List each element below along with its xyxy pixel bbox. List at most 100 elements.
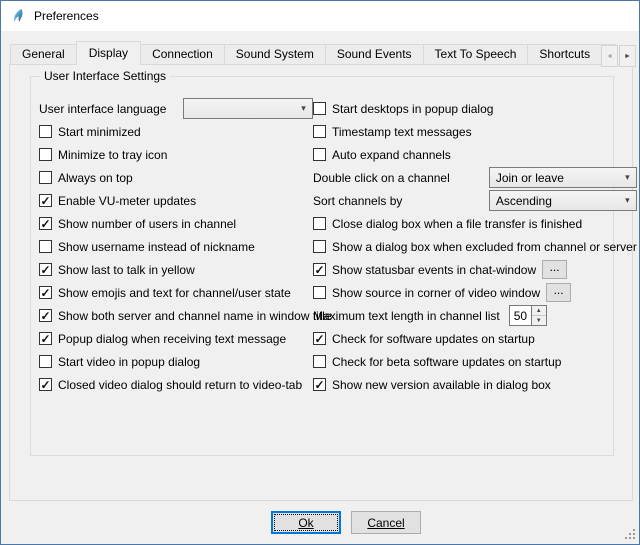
checkbox-label[interactable]: Check for software updates on startup — [332, 332, 535, 346]
checkbox-row: ✓ Check for software updates on startup — [313, 327, 637, 350]
checkbox-row: Minimize to tray icon — [39, 143, 313, 166]
window-title: Preferences — [34, 9, 99, 23]
sort-channels-combobox-value: Ascending — [496, 194, 552, 208]
checkbox-checked[interactable]: ✓ — [313, 332, 326, 345]
checkbox-checked[interactable]: ✓ — [39, 309, 52, 322]
title-bar: Preferences — [1, 1, 639, 31]
checkbox-label[interactable]: Show statusbar events in chat-window — [332, 263, 536, 277]
language-combobox[interactable]: ▾ — [183, 98, 313, 119]
max-text-length-label: Maximum text length in channel list — [313, 309, 500, 323]
ellipsis-button[interactable]: ... — [546, 283, 571, 302]
checkbox-checked[interactable]: ✓ — [313, 263, 326, 276]
checkbox-row: ✓ Show emojis and text for channel/user s… — [39, 281, 313, 304]
checkbox-label[interactable]: Always on top — [58, 171, 133, 185]
checkbox-checked[interactable]: ✓ — [39, 217, 52, 230]
spin-down-icon[interactable]: ▼ — [532, 315, 546, 325]
tab-shortcuts[interactable]: Shortcuts — [527, 44, 602, 65]
tab-connection[interactable]: Connection — [140, 44, 225, 65]
checkbox-unchecked[interactable] — [39, 355, 52, 368]
checkbox-unchecked[interactable] — [39, 125, 52, 138]
checkbox-label[interactable]: Enable VU-meter updates — [58, 194, 196, 208]
checkbox-row: Start desktops in popup dialog — [313, 97, 637, 120]
chevron-down-icon: ▾ — [619, 173, 636, 182]
checkbox-label[interactable]: Show last to talk in yellow — [58, 263, 195, 277]
max-text-length-row: Maximum text length in channel list 50 ▲… — [313, 304, 637, 327]
tab-scroll-right-icon[interactable]: ► — [619, 45, 636, 67]
checkbox-row: Show source in corner of video window... — [313, 281, 637, 304]
sort-channels-label: Sort channels by — [313, 194, 402, 208]
checkbox-row: ✓ Closed video dialog should return to vi… — [39, 373, 313, 396]
ellipsis-button[interactable]: ... — [542, 260, 567, 279]
checkbox-unchecked[interactable] — [39, 240, 52, 253]
checkbox-row: Start video in popup dialog — [39, 350, 313, 373]
double-click-combobox[interactable]: Join or leave ▾ — [489, 167, 637, 188]
settings-columns: User interface language ▾ Start minimize… — [39, 97, 605, 396]
checkbox-unchecked[interactable] — [313, 286, 326, 299]
checkbox-row: ✓ Show number of users in channel — [39, 212, 313, 235]
tab-sound-system[interactable]: Sound System — [224, 44, 326, 65]
tab-bar: GeneralDisplayConnectionSound SystemSoun… — [10, 40, 616, 65]
checkbox-label[interactable]: Start minimized — [58, 125, 141, 139]
checkbox-label[interactable]: Start desktops in popup dialog — [332, 102, 493, 116]
checkbox-label[interactable]: Closed video dialog should return to vid… — [58, 378, 302, 392]
checkbox-unchecked[interactable] — [313, 217, 326, 230]
checkbox-label[interactable]: Show username instead of nickname — [58, 240, 255, 254]
language-row: User interface language ▾ — [39, 97, 313, 120]
checkbox-checked[interactable]: ✓ — [39, 332, 52, 345]
tab-display[interactable]: Display — [76, 41, 141, 65]
resize-grip[interactable] — [624, 529, 635, 540]
checkbox-label[interactable]: Close dialog box when a file transfer is… — [332, 217, 582, 231]
checkbox-label[interactable]: Auto expand channels — [332, 148, 451, 162]
checkbox-unchecked[interactable] — [313, 102, 326, 115]
checkbox-label[interactable]: Show a dialog box when excluded from cha… — [332, 240, 637, 254]
spin-up-icon[interactable]: ▲ — [532, 306, 546, 315]
checkbox-checked[interactable]: ✓ — [39, 378, 52, 391]
spinner-buttons: ▲ ▼ — [532, 305, 547, 326]
tab-general[interactable]: General — [10, 44, 77, 65]
double-click-label: Double click on a channel — [313, 171, 450, 185]
checkbox-label[interactable]: Start video in popup dialog — [58, 355, 200, 369]
checkbox-checked[interactable]: ✓ — [39, 194, 52, 207]
ok-button[interactable]: Ok — [271, 511, 341, 534]
checkbox-row: Show a dialog box when excluded from cha… — [313, 235, 637, 258]
checkbox-label[interactable]: Popup dialog when receiving text message — [58, 332, 286, 346]
checkbox-unchecked[interactable] — [39, 171, 52, 184]
checkbox-label[interactable]: Show source in corner of video window — [332, 286, 540, 300]
group-user-interface-settings: User Interface Settings User interface l… — [30, 76, 614, 456]
max-text-length-value[interactable]: 50 — [509, 305, 532, 326]
checkbox-checked[interactable]: ✓ — [313, 378, 326, 391]
checkbox-unchecked[interactable] — [313, 355, 326, 368]
group-title: User Interface Settings — [40, 69, 170, 83]
checkbox-label[interactable]: Check for beta software updates on start… — [332, 355, 561, 369]
checkbox-row: ✓ Show new version available in dialog bo… — [313, 373, 637, 396]
checkbox-row: Always on top — [39, 166, 313, 189]
app-icon — [10, 8, 26, 24]
checkbox-label[interactable]: Show number of users in channel — [58, 217, 236, 231]
cancel-button[interactable]: Cancel — [351, 511, 421, 534]
double-click-combobox-value: Join or leave — [496, 171, 564, 185]
checkbox-checked[interactable]: ✓ — [39, 286, 52, 299]
right-column: Start desktops in popup dialog Timestamp … — [313, 97, 637, 396]
checkbox-label[interactable]: Timestamp text messages — [332, 125, 472, 139]
checkbox-label[interactable]: Minimize to tray icon — [58, 148, 167, 162]
checkbox-row: Auto expand channels — [313, 143, 637, 166]
checkbox-label[interactable]: Show both server and channel name in win… — [58, 309, 332, 323]
checkbox-row: ✓ Popup dialog when receiving text messag… — [39, 327, 313, 350]
checkbox-unchecked[interactable] — [313, 240, 326, 253]
checkbox-row: Check for beta software updates on start… — [313, 350, 637, 373]
checkbox-unchecked[interactable] — [313, 148, 326, 161]
tab-scroll-left-icon[interactable]: ◄ — [601, 45, 618, 67]
tab-scroll-buttons: ◄ ► — [601, 45, 636, 67]
tab-page-display: User Interface Settings User interface l… — [9, 64, 633, 501]
checkbox-label[interactable]: Show new version available in dialog box — [332, 378, 551, 392]
checkbox-label[interactable]: Show emojis and text for channel/user st… — [58, 286, 291, 300]
checkbox-checked[interactable]: ✓ — [39, 263, 52, 276]
checkbox-row: Start minimized — [39, 120, 313, 143]
tab-text-to-speech[interactable]: Text To Speech — [423, 44, 529, 65]
tab-sound-events[interactable]: Sound Events — [325, 44, 424, 65]
checkbox-row: Close dialog box when a file transfer is… — [313, 212, 637, 235]
checkbox-unchecked[interactable] — [313, 125, 326, 138]
max-text-length-spinner: 50 ▲ ▼ — [509, 305, 547, 326]
sort-channels-combobox[interactable]: Ascending ▾ — [489, 190, 637, 211]
checkbox-unchecked[interactable] — [39, 148, 52, 161]
